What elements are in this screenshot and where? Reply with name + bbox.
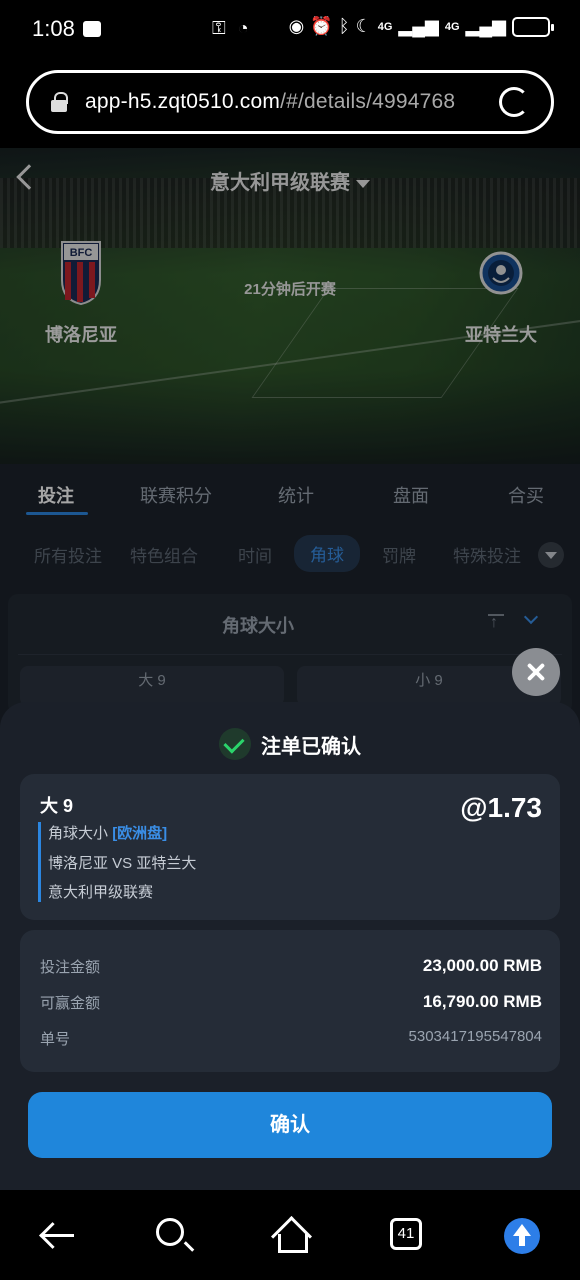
key-icon: ⚿ (212, 18, 226, 38)
speedometer-icon: ◔ (237, 18, 249, 38)
bet-details-card: 大 9 @1.73 角球大小 [欧洲盘] 博洛尼亚 VS 亚特兰大 意大利甲级联… (20, 774, 560, 920)
tabs-count-button[interactable]: 41 (390, 1218, 422, 1250)
network-4g-icon: 4G (377, 20, 393, 33)
home-icon[interactable] (272, 1218, 308, 1253)
reload-icon[interactable] (499, 87, 529, 117)
address-bar[interactable]: app-h5.zqt0510.com/#/details/4994768 (26, 70, 554, 134)
status-bar: 1:08 ⚿ ◔ ◉ ⏰ ᛒ ☾ 4G ▂▄▆ 4G ▂▄▆ (0, 0, 580, 58)
upload-icon[interactable] (504, 1218, 540, 1254)
bet-summary-card: 投注金额 23,000.00 RMB 可赢金额 16,790.00 RMB 单号… (20, 930, 560, 1072)
bet-confirmation-sheet: 注单已确认 大 9 @1.73 角球大小 [欧洲盘] 博洛尼亚 VS 亚特兰大 … (0, 702, 580, 1190)
browser-toolbar: app-h5.zqt0510.com/#/details/4994768 (0, 58, 580, 148)
status-time: 1:08 (32, 16, 75, 41)
signal-icon-2: ▂▄▆ (465, 16, 506, 36)
odds-type-tag: [欧洲盘] (112, 825, 168, 842)
lock-icon[interactable] (51, 92, 68, 112)
ticket-id-label: 单号 (40, 1031, 71, 1048)
bet-fixture: 博洛尼亚 VS 亚特兰大 (48, 855, 197, 872)
url-text[interactable]: app-h5.zqt0510.com/#/details/4994768 (85, 90, 455, 114)
bet-market-name: 角球大小 (48, 825, 109, 842)
sheet-header: 注单已确认 (0, 728, 580, 760)
search-icon[interactable] (156, 1218, 184, 1246)
bet-odds: @1.73 (460, 792, 542, 823)
url-path: /#/details/4994768 (280, 90, 456, 113)
status-center-icons: ⚿ ◔ (212, 18, 249, 39)
url-host: app-h5.zqt0510.com (85, 90, 281, 113)
bluetooth-icon: ᛒ (338, 16, 350, 36)
moon-icon: ☾ (355, 16, 372, 36)
bet-league: 意大利甲级联赛 (48, 884, 154, 901)
close-icon[interactable] (512, 648, 560, 696)
bet-selection: 大 9 (40, 796, 74, 816)
alarm-icon: ⏰ (310, 16, 333, 36)
signal-icon: ▂▄▆ (398, 16, 439, 36)
nav-back-icon[interactable] (40, 1220, 76, 1250)
bet-market-line: 角球大小 [欧洲盘] (48, 822, 167, 843)
stake-label: 投注金额 (40, 959, 101, 976)
checkmark-icon (219, 728, 251, 760)
win-label: 可赢金额 (40, 995, 101, 1012)
sheet-title: 注单已确认 (261, 735, 361, 758)
network-4g-icon-2: 4G (444, 20, 460, 33)
mail-icon (82, 21, 101, 37)
browser-nav-bar: 41 (0, 1190, 580, 1280)
eye-icon: ◉ (288, 16, 305, 36)
ticket-id-value: 5303417195547804 (408, 1028, 542, 1045)
status-right-icons: ◉ ⏰ ᛒ ☾ 4G ▂▄▆ 4G ▂▄▆ (288, 16, 554, 37)
confirm-button[interactable]: 确认 (28, 1092, 552, 1158)
accent-bar (38, 822, 41, 902)
battery-icon (512, 16, 554, 37)
win-value: 16,790.00 RMB (422, 992, 542, 1011)
stake-value: 23,000.00 RMB (422, 956, 542, 975)
